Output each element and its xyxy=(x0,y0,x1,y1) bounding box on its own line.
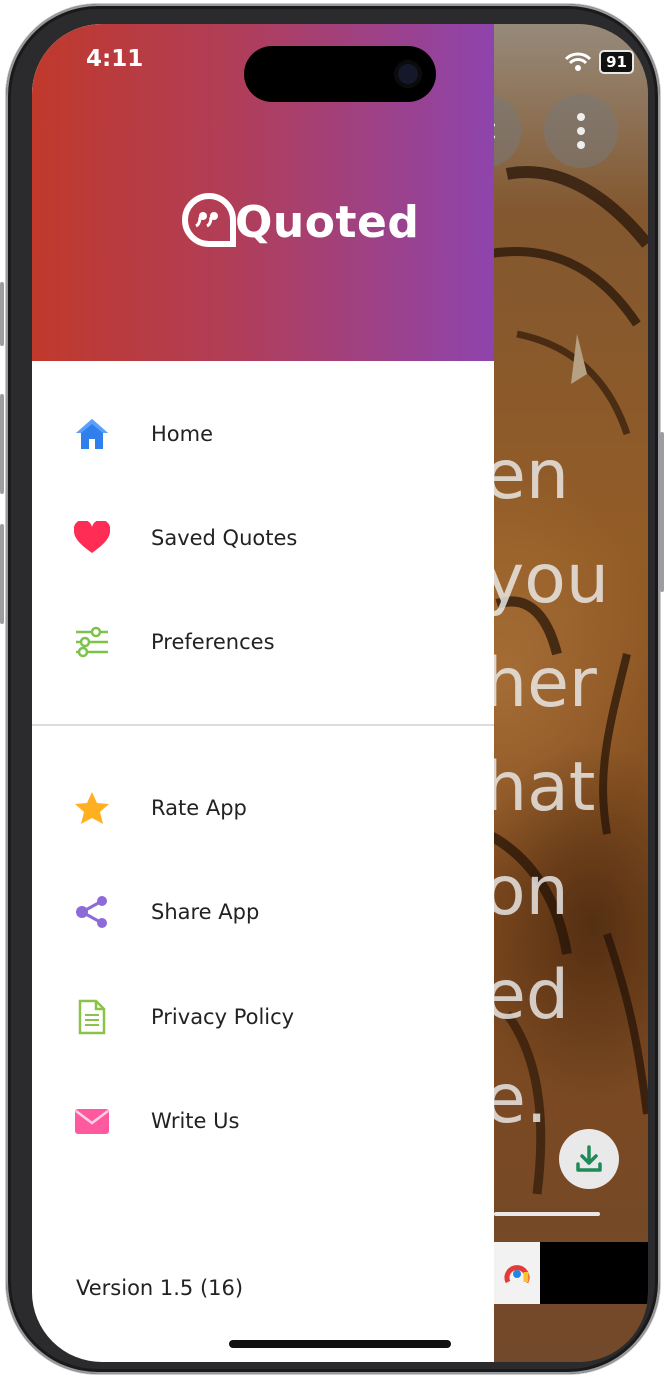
mail-icon xyxy=(72,1101,112,1141)
app-version: Version 1.5 (16) xyxy=(76,1276,244,1300)
background-quote-text: en you her hat on ed e. xyxy=(484,424,648,1152)
home-icon xyxy=(72,414,112,454)
quote-fragment: en xyxy=(484,436,569,515)
screen: en you her hat on ed e. Quoted Home Save… xyxy=(32,24,648,1362)
battery-indicator: 91 xyxy=(599,50,634,74)
home-indicator[interactable] xyxy=(229,1340,451,1348)
document-icon xyxy=(72,997,112,1037)
quote-fragment: on xyxy=(484,852,569,931)
quote-fragment: you xyxy=(484,540,609,619)
menu-item-preferences[interactable]: Preferences xyxy=(32,612,494,672)
status-time: 4:11 xyxy=(86,46,144,72)
volume-up-button xyxy=(0,394,4,494)
more-vertical-icon xyxy=(577,113,585,149)
menu-item-saved-quotes[interactable]: Saved Quotes xyxy=(32,508,494,568)
star-icon xyxy=(72,788,112,828)
download-button[interactable] xyxy=(559,1129,619,1189)
menu-item-privacy-policy[interactable]: Privacy Policy xyxy=(32,987,494,1047)
phone-frame: en you her hat on ed e. Quoted Home Save… xyxy=(0,4,664,1374)
menu-item-label: Share App xyxy=(151,900,260,924)
menu-item-share-app[interactable]: Share App xyxy=(32,882,494,942)
ad-logo-icon xyxy=(504,1265,530,1284)
menu-item-label: Saved Quotes xyxy=(151,526,298,550)
quote-fragment: e. xyxy=(484,1060,548,1139)
menu-item-rate-app[interactable]: Rate App xyxy=(32,778,494,838)
ad-choices-icon[interactable] xyxy=(494,1242,540,1304)
sliders-icon xyxy=(72,622,112,662)
quote-fragment: ed xyxy=(484,956,569,1035)
download-icon xyxy=(576,1145,602,1172)
menu-item-label: Home xyxy=(151,422,214,446)
quote-fragment: hat xyxy=(484,748,596,827)
menu-item-write-us[interactable]: Write Us xyxy=(32,1091,494,1151)
camera-icon xyxy=(394,60,422,88)
menu-item-label: Rate App xyxy=(151,796,247,820)
menu-item-label: Privacy Policy xyxy=(151,1005,295,1029)
wifi-icon xyxy=(565,52,592,71)
menu-item-label: Write Us xyxy=(151,1109,240,1133)
quote-fragment: her xyxy=(484,644,597,723)
more-options-button[interactable] xyxy=(544,94,618,168)
app-name: Quoted xyxy=(235,197,420,248)
action-button xyxy=(0,282,4,346)
quote-progress-line xyxy=(494,1212,600,1216)
dynamic-island xyxy=(244,46,436,102)
status-indicators: 91 xyxy=(565,50,634,74)
menu-divider xyxy=(32,724,494,726)
power-button xyxy=(660,432,664,592)
heart-icon xyxy=(72,518,112,558)
share-icon xyxy=(72,892,112,932)
menu-item-label: Preferences xyxy=(151,630,275,654)
app-logo: Quoted xyxy=(181,192,419,248)
menu-item-home[interactable]: Home xyxy=(32,404,494,464)
volume-down-button xyxy=(0,524,4,624)
navigation-drawer: Quoted Home Saved Quotes Preferences Rat… xyxy=(32,24,494,1362)
quote-bubble-icon xyxy=(182,192,236,247)
